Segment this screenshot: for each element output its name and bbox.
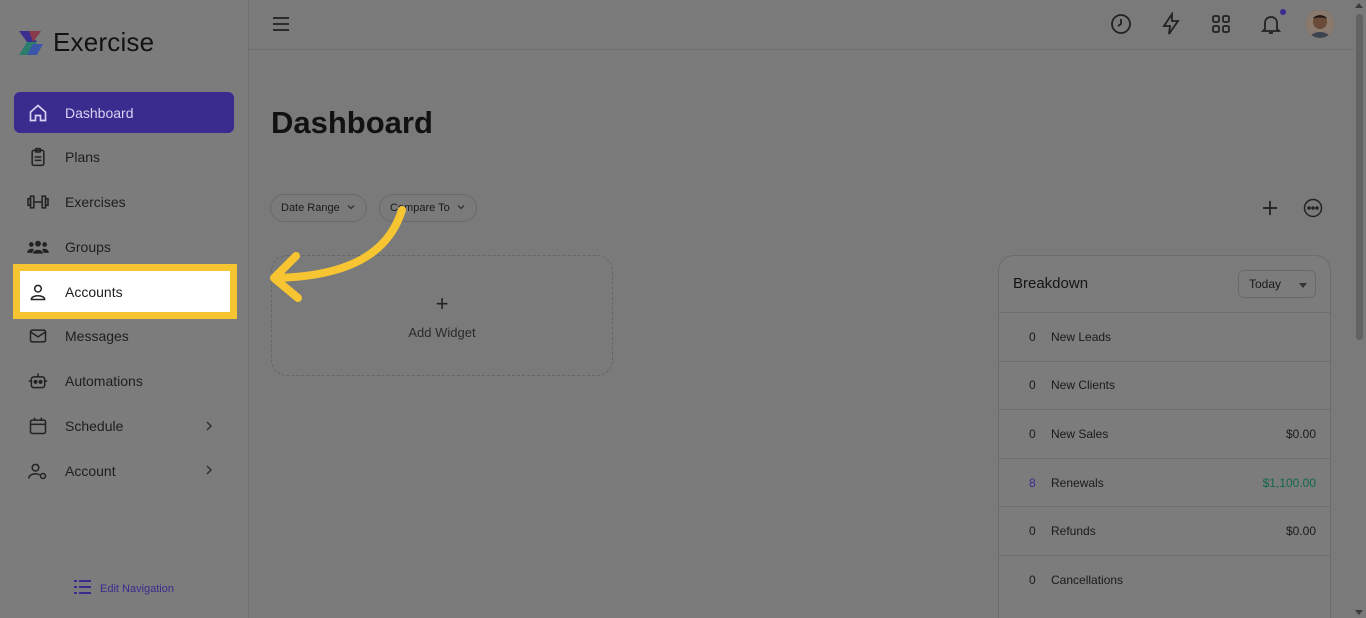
- plus-icon: +: [435, 291, 449, 316]
- sidebar-item-label: Exercises: [65, 194, 126, 211]
- sidebar-item-dashboard[interactable]: Dashboard: [14, 92, 234, 133]
- home-icon: [26, 101, 50, 125]
- sidebar-item-account[interactable]: Account: [14, 450, 234, 491]
- topbar: [249, 0, 1354, 50]
- breakdown-card: Breakdown Today 0 New Leads 0 New Client…: [998, 255, 1331, 618]
- table-row[interactable]: 8 Renewals $1,100.00: [999, 457, 1330, 507]
- date-range-label: Date Range: [281, 202, 340, 214]
- row-count: 0: [1029, 378, 1036, 393]
- chevron-right-icon: [202, 419, 216, 433]
- sidebar-item-label: Plans: [65, 149, 101, 166]
- sidebar-item-label: Messages: [65, 328, 129, 345]
- calendar-icon: [26, 414, 50, 438]
- scrollbar[interactable]: [1354, 0, 1366, 618]
- menu-icon[interactable]: [271, 14, 291, 34]
- row-label: New Sales: [1051, 426, 1109, 441]
- sidebar-item-label: Schedule: [65, 418, 124, 435]
- date-range-filter[interactable]: Date Range: [270, 194, 367, 222]
- clock-icon[interactable]: [1109, 12, 1133, 36]
- user-icon: [26, 280, 50, 304]
- scrollbar-thumb[interactable]: [1356, 14, 1363, 340]
- sidebar-item-messages[interactable]: Messages: [14, 316, 234, 357]
- add-widget-button[interactable]: + Add Widget: [271, 255, 613, 376]
- notification-dot: [1280, 9, 1286, 15]
- chevron-down-icon: [346, 202, 356, 215]
- compare-to-label: Compare To: [390, 202, 450, 214]
- row-label: Renewals: [1051, 475, 1104, 490]
- sidebar-item-plans[interactable]: Plans: [14, 137, 234, 178]
- row-amount: $0.00: [1285, 524, 1316, 539]
- sidebar-item-label: Groups: [65, 238, 111, 255]
- list-icon: [74, 580, 91, 597]
- row-label: Cancellations: [1051, 572, 1124, 587]
- brand[interactable]: Exercise: [17, 27, 154, 58]
- period-select[interactable]: Today: [1238, 270, 1316, 298]
- users-icon: [26, 235, 50, 259]
- robot-icon: [26, 369, 50, 393]
- table-row[interactable]: 0 New Leads: [999, 312, 1330, 361]
- user-gear-icon: [26, 459, 50, 483]
- sidebar-nav: Dashboard Plans Exercises Groups Account…: [13, 92, 237, 495]
- edit-navigation-label: Edit Navigation: [100, 582, 174, 595]
- apps-grid-icon[interactable]: [1209, 12, 1233, 36]
- sidebar-item-label: Account: [65, 462, 116, 479]
- sidebar-item-automations[interactable]: Automations: [14, 361, 234, 402]
- sidebar-item-label: Dashboard: [65, 104, 134, 121]
- row-label: New Leads: [1051, 329, 1112, 344]
- mail-icon: [26, 324, 50, 348]
- more-options-icon[interactable]: [1303, 198, 1323, 218]
- row-count: 0: [1029, 572, 1036, 587]
- sidebar-item-accounts[interactable]: Accounts: [13, 264, 237, 320]
- lightning-icon[interactable]: [1159, 11, 1183, 36]
- page-title: Dashboard: [271, 105, 433, 140]
- edit-navigation-link[interactable]: Edit Navigation: [74, 580, 174, 597]
- row-amount: $1,100.00: [1262, 475, 1316, 490]
- breakdown-title: Breakdown: [1013, 275, 1089, 292]
- sidebar: Exercise Dashboard Plans Exercises Group…: [0, 0, 249, 618]
- sidebar-item-schedule[interactable]: Schedule: [14, 406, 234, 447]
- scroll-down-icon[interactable]: [1355, 610, 1363, 615]
- table-row[interactable]: 0 New Sales $0.00: [999, 409, 1330, 458]
- chevron-down-icon: [456, 202, 466, 215]
- row-label: Refunds: [1051, 524, 1096, 539]
- table-row[interactable]: 0 Cancellations: [999, 554, 1330, 604]
- sidebar-item-exercises[interactable]: Exercises: [14, 182, 234, 223]
- breakdown-rows: 0 New Leads 0 New Clients 0 New Sales $0…: [999, 312, 1330, 604]
- sidebar-item-label: Accounts: [65, 283, 123, 300]
- brand-logo-icon: [17, 28, 45, 58]
- table-row[interactable]: 0 Refunds $0.00: [999, 506, 1330, 555]
- sidebar-item-groups[interactable]: Groups: [14, 226, 234, 267]
- clipboard-icon: [26, 145, 50, 169]
- row-count: 8: [1029, 475, 1036, 490]
- dumbbell-icon: [26, 190, 50, 214]
- table-row[interactable]: 0 New Clients: [999, 360, 1330, 410]
- avatar[interactable]: [1306, 10, 1334, 38]
- compare-to-filter[interactable]: Compare To: [379, 194, 477, 222]
- row-label: New Clients: [1051, 378, 1116, 393]
- row-count: 0: [1029, 524, 1036, 539]
- brand-name: Exercise: [53, 27, 155, 57]
- add-widget-label: Add Widget: [408, 325, 476, 340]
- sidebar-item-label: Automations: [65, 373, 143, 390]
- row-count: 0: [1029, 329, 1036, 344]
- bell-icon[interactable]: [1259, 12, 1283, 36]
- row-count: 0: [1029, 426, 1036, 441]
- caret-down-icon: [1299, 283, 1307, 288]
- plus-icon[interactable]: [1260, 198, 1280, 218]
- chevron-right-icon: [202, 463, 216, 477]
- period-value: Today: [1249, 277, 1282, 291]
- row-amount: $0.00: [1285, 426, 1316, 441]
- scroll-up-icon[interactable]: [1355, 3, 1363, 8]
